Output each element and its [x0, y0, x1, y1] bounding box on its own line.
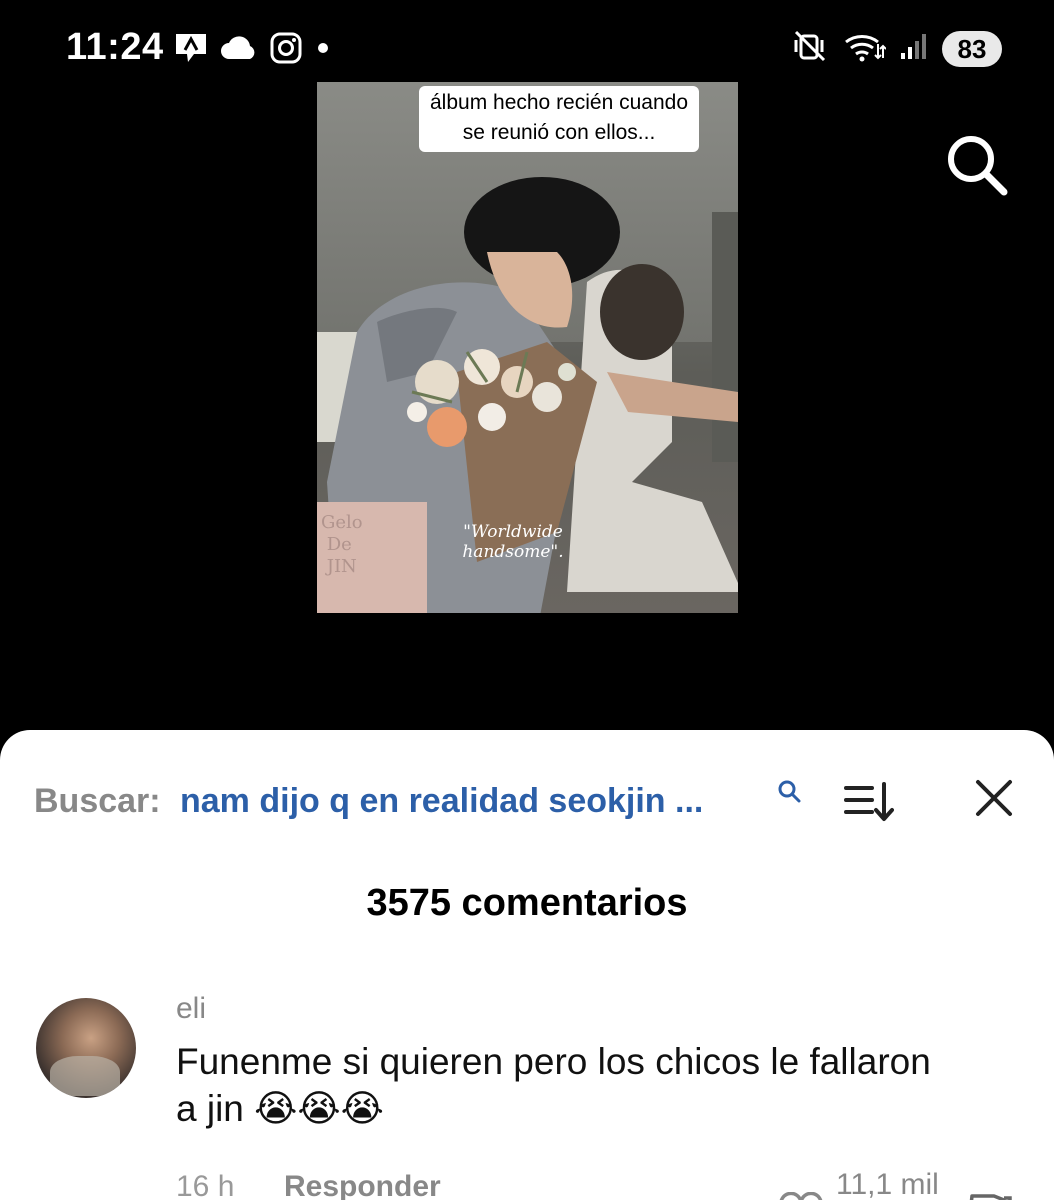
comments-sheet: Buscar: nam dijo q en realidad seokjin .…	[0, 730, 1054, 1200]
wifi-icon	[842, 30, 887, 67]
thumbs-down-icon[interactable]	[966, 1192, 1014, 1200]
sort-icon[interactable]	[842, 780, 894, 824]
reply-button[interactable]: Responder	[284, 1170, 441, 1200]
avatar[interactable]	[36, 998, 136, 1098]
comment-time: 16 h	[176, 1170, 235, 1200]
mute-vibrate-icon	[792, 30, 828, 67]
close-icon[interactable]	[974, 778, 1014, 818]
status-time: 11:24	[66, 26, 164, 68]
dot-icon	[314, 39, 332, 62]
search-bar[interactable]: Buscar: nam dijo q en realidad seokjin .…	[34, 778, 1024, 822]
video-caption: álbum hecho recién cuando se reunió con …	[419, 86, 699, 152]
like-count: 11,1 mil	[836, 1168, 939, 1200]
instagram-icon	[270, 32, 302, 69]
signal-icon	[900, 31, 928, 66]
notification-icons	[174, 32, 332, 69]
cloud-icon	[220, 35, 258, 66]
screen: 11:24 83 Gelo De JIN álbum hecho recién …	[0, 0, 1054, 1200]
comment-item: eli Funenme si quieren pero los chicos l…	[36, 992, 1026, 1200]
search-query-link[interactable]: nam dijo q en realidad seokjin ...	[180, 782, 703, 821]
arrow-notification-icon	[174, 32, 208, 69]
battery-icon: 83	[942, 30, 1002, 67]
video-overlay-text: "Worldwide handsome".	[462, 522, 564, 562]
comments-count: 3575 comentarios	[366, 882, 688, 924]
search-icon[interactable]	[944, 132, 1010, 198]
heart-icon[interactable]	[778, 1191, 824, 1200]
bag-print-text: Gelo De JIN	[321, 512, 363, 577]
search-label: Buscar:	[34, 782, 161, 820]
comment-text: Funenme si quieren pero los chicos le fa…	[176, 1041, 931, 1129]
comment-username[interactable]: eli	[176, 992, 206, 1026]
search-small-icon[interactable]	[776, 778, 804, 806]
video-player[interactable]: Gelo De JIN álbum hecho recién cuando se…	[317, 82, 738, 613]
system-icons: 83	[792, 30, 1002, 67]
